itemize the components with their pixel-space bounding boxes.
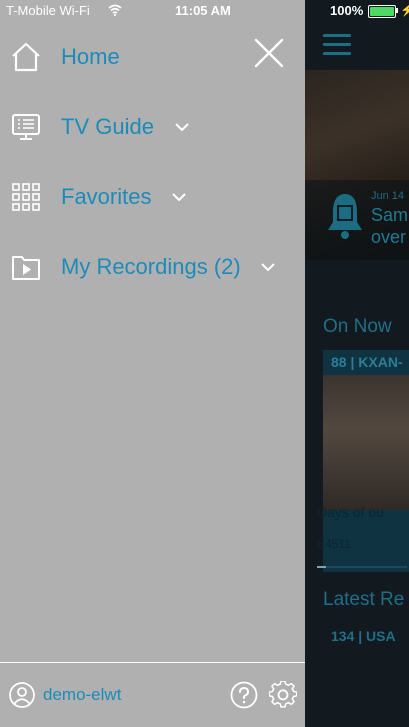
recordings-icon	[12, 256, 40, 280]
background-app: Jun 14 Sam over On Now 88 | KXAN- Days o…	[305, 0, 409, 727]
nav-item-favorites[interactable]: Favorites	[0, 167, 305, 227]
nav-item-label: Favorites	[61, 184, 152, 209]
footer-divider	[0, 662, 305, 663]
card-episode: E4511	[317, 537, 351, 551]
gear-icon[interactable]	[269, 681, 297, 709]
card-title: Days of ou	[317, 504, 384, 520]
on-now-heading: On Now	[323, 316, 392, 337]
username[interactable]: demo-elwt	[43, 685, 121, 705]
tv-guide-icon	[12, 114, 40, 140]
nav-item-label: TV Guide	[61, 114, 154, 139]
menu-icon[interactable]	[323, 34, 351, 55]
alert-title: Sam over	[371, 205, 409, 247]
nav-item-label: Home	[61, 44, 120, 69]
card-channel: 88 | KXAN-	[331, 354, 403, 370]
card-thumbnail	[323, 375, 409, 510]
latest-heading: Latest Re	[323, 589, 405, 610]
alert-date: Jun 14	[371, 190, 405, 202]
carrier-label: T-Mobile Wi-Fi	[6, 3, 90, 18]
grid-icon	[12, 183, 40, 211]
nav-drawer: Home TV Guide Favorites My Recordings (2…	[0, 0, 305, 727]
nav-item-tv-guide[interactable]: TV Guide	[0, 97, 305, 157]
status-bar: T-Mobile Wi-Fi 11:05 AM 100% ⚡	[0, 0, 409, 22]
help-icon[interactable]	[230, 681, 258, 709]
battery-icon	[368, 5, 396, 18]
chevron-down-icon[interactable]	[260, 262, 276, 272]
bell-icon	[328, 194, 362, 239]
wifi-icon	[108, 4, 122, 16]
user-icon[interactable]	[9, 682, 35, 708]
battery-tip	[396, 8, 398, 13]
clock: 11:05 AM	[175, 3, 231, 18]
card-progress-bar	[317, 566, 407, 568]
nav-item-label: My Recordings (2)	[61, 254, 241, 279]
latest-channel: 134 | USA	[331, 628, 396, 644]
battery-percent: 100%	[330, 3, 364, 18]
nav-item-my-recordings[interactable]: My Recordings (2)	[0, 237, 305, 297]
chevron-down-icon[interactable]	[174, 122, 190, 132]
charging-icon: ⚡	[400, 3, 409, 17]
card-progress-fill	[317, 566, 326, 568]
chevron-down-icon[interactable]	[171, 192, 187, 202]
home-icon	[12, 42, 40, 72]
nav-item-home[interactable]: Home	[0, 27, 305, 87]
